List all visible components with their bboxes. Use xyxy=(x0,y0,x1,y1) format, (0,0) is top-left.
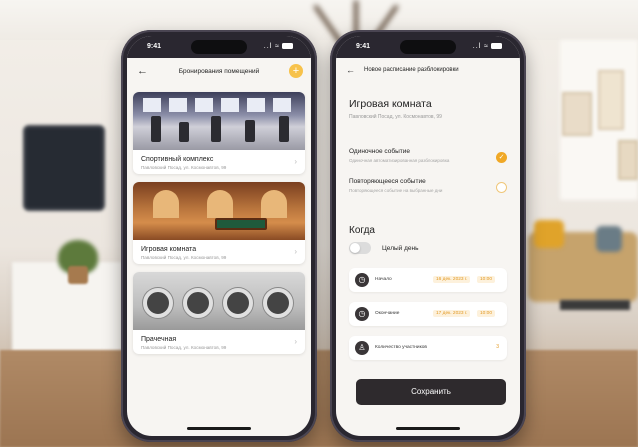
clock-icon: ◷ xyxy=(355,307,369,321)
save-button[interactable]: Сохранить xyxy=(356,379,506,405)
person-icon: ♙ xyxy=(355,341,369,355)
option-description: Повторяющееся событие на выбранные дни xyxy=(349,188,443,193)
option-recurring-event[interactable]: Повторяющееся событие Повторяющееся собы… xyxy=(349,178,507,200)
room-address: Павловский Посад, ул. Космонавтов, 99 xyxy=(141,165,227,170)
wall-frame xyxy=(562,92,592,136)
status-bar: 9:41 ..l ≈ xyxy=(336,36,520,58)
room-address: Павловский Посад, ул. Космонавтов, 99 xyxy=(141,345,227,350)
cushion xyxy=(596,226,622,252)
phone-left: 9:41 ..l ≈ ← Бронирования помещений + Сп… xyxy=(121,30,317,442)
room-address: Павловский Посад, ул. Космонавтов, 99 xyxy=(349,114,442,120)
radio-checked-icon[interactable]: ✓ xyxy=(496,152,507,163)
room-card-gym[interactable]: Спортивный комплекс Павловский Посад, ул… xyxy=(133,92,305,174)
phone-right: 9:41 ..l ≈ ← Новое расписание разблокиро… xyxy=(330,30,526,442)
option-description: Одиночная автоматизированная разблокиров… xyxy=(349,158,450,163)
cushion xyxy=(534,220,564,248)
coffee-table xyxy=(560,300,630,310)
radio-unchecked-icon[interactable] xyxy=(496,182,507,193)
battery-icon xyxy=(491,43,502,50)
arrow-left-icon[interactable]: ← xyxy=(346,65,355,75)
bookings-screen: 9:41 ..l ≈ ← Бронирования помещений + Сп… xyxy=(127,36,311,436)
wall-frame xyxy=(618,140,638,180)
dynamic-island xyxy=(191,40,247,54)
battery-icon xyxy=(282,43,293,50)
tv-stand xyxy=(12,262,122,352)
end-datetime-row[interactable]: ◷ Окончание 17 дек. 2023 г. 10:00 xyxy=(349,302,507,326)
clock-icon: ◷ xyxy=(355,273,369,287)
home-indicator xyxy=(187,427,251,430)
room-name: Спортивный комплекс xyxy=(141,156,214,163)
room-name: Прачечная xyxy=(141,336,177,343)
room-name: Игровая комната xyxy=(141,246,197,253)
participants-label: Количество участников xyxy=(375,345,427,350)
signal-wifi-icon: ..l ≈ xyxy=(472,43,489,50)
laundry-photo xyxy=(133,272,305,330)
section-title-when: Когда xyxy=(349,225,375,236)
participants-row[interactable]: ♙ Количество участников 3 xyxy=(349,336,507,360)
dynamic-island xyxy=(400,40,456,54)
chevron-right-icon: › xyxy=(294,337,297,346)
wall-tv xyxy=(26,128,102,208)
end-time[interactable]: 10:00 xyxy=(477,310,496,317)
all-day-toggle[interactable] xyxy=(349,242,371,254)
room-card-laundry[interactable]: Прачечная Павловский Посад, ул. Космонав… xyxy=(133,272,305,354)
plus-icon[interactable]: + xyxy=(289,64,303,78)
status-icons: ..l ≈ xyxy=(264,43,293,50)
end-date[interactable]: 17 дек. 2023 г. xyxy=(433,310,471,317)
plant-pot xyxy=(68,266,88,284)
floor xyxy=(0,350,638,447)
status-time: 9:41 xyxy=(356,43,371,50)
room-card-game-room[interactable]: Игровая комната Павловский Посад, ул. Ко… xyxy=(133,182,305,264)
signal-wifi-icon: ..l ≈ xyxy=(263,43,280,50)
start-date[interactable]: 16 дек. 2023 г. xyxy=(433,276,471,283)
start-label: Начало xyxy=(375,277,392,282)
status-time: 9:41 xyxy=(147,43,162,50)
option-label: Повторяющееся событие xyxy=(349,178,426,185)
option-single-event[interactable]: Одиночное событие Одиночная автоматизиро… xyxy=(349,148,507,170)
end-label: Окончание xyxy=(375,311,400,316)
chevron-right-icon: › xyxy=(294,247,297,256)
toggle-knob xyxy=(350,243,360,253)
status-icons: ..l ≈ xyxy=(473,43,502,50)
all-day-label: Целый день xyxy=(382,245,419,252)
status-bar: 9:41 ..l ≈ xyxy=(127,36,311,58)
chevron-right-icon: › xyxy=(294,157,297,166)
home-indicator xyxy=(396,427,460,430)
start-time[interactable]: 10:00 xyxy=(477,276,496,283)
room-title: Игровая комната xyxy=(349,98,432,110)
room-address: Павловский Посад, ул. Космонавтов, 99 xyxy=(141,255,227,260)
new-schedule-screen: 9:41 ..l ≈ ← Новое расписание разблокиро… xyxy=(336,36,520,436)
page-title: Бронирования помещений xyxy=(178,68,260,75)
participants-count[interactable]: 3 xyxy=(496,344,499,350)
page-title: Новое расписание разблокировки xyxy=(364,67,459,73)
background-room-photo xyxy=(0,0,638,447)
start-datetime-row[interactable]: ◷ Начало 16 дек. 2023 г. 10:00 xyxy=(349,268,507,292)
nav-bar: ← Бронирования помещений + xyxy=(127,58,311,86)
wall-frame xyxy=(598,70,624,130)
gym-photo xyxy=(133,92,305,150)
game-room-photo xyxy=(133,182,305,240)
option-label: Одиночное событие xyxy=(349,148,410,155)
